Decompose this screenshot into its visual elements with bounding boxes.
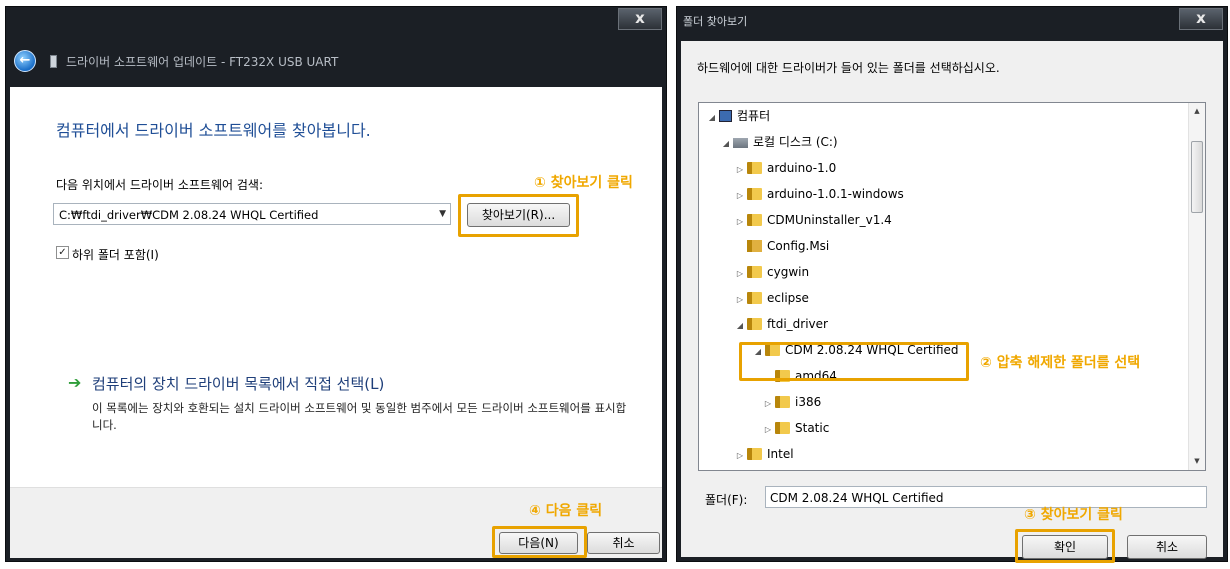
tree-item-label: i386 bbox=[795, 395, 822, 409]
tree-item-label: 컴퓨터 bbox=[737, 109, 771, 123]
folder-icon bbox=[747, 162, 762, 174]
search-path-value: C:₩ftdi_driver₩CDM 2.08.24 WHQL Certifie… bbox=[59, 208, 319, 222]
folder-icon bbox=[747, 318, 762, 330]
back-button[interactable]: ← bbox=[14, 50, 36, 72]
browse-dialog-content: 하드웨어에 대한 드라이버가 들어 있는 폴더를 선택하십시오. ▷ Intel ▷… bbox=[681, 41, 1223, 563]
tree-item-label: arduino-1.0 bbox=[767, 161, 837, 175]
tree-item-label: arduino-1.0.1-windows bbox=[767, 187, 904, 201]
collapse-icon[interactable]: ◢ bbox=[719, 133, 733, 155]
annotation-step-1: ① 찾아보기 클릭 bbox=[534, 175, 633, 191]
usb-device-icon bbox=[50, 55, 57, 68]
back-arrow-icon: ← bbox=[19, 53, 31, 68]
tree-item[interactable]: ▷ Static bbox=[761, 417, 829, 439]
ok-button[interactable]: 확인 bbox=[1022, 535, 1108, 559]
include-subfolders-checkbox[interactable]: ✓ bbox=[56, 246, 69, 259]
include-subfolders-label[interactable]: 하위 폴더 포함(I) bbox=[72, 246, 159, 263]
tree-item[interactable]: ▷ arduino-1.0.1-windows bbox=[733, 183, 904, 205]
tree-item-label: Config.Msi bbox=[767, 239, 830, 253]
folder-icon bbox=[775, 422, 790, 434]
tree-item-label: Static bbox=[795, 421, 830, 435]
tree-item[interactable]: ◢ 컴퓨터 bbox=[705, 105, 770, 127]
tree-item-label: Intel bbox=[767, 447, 794, 461]
dropdown-arrow-icon[interactable]: ▼ bbox=[439, 209, 446, 219]
close-button[interactable]: x bbox=[1179, 8, 1223, 30]
tree-item[interactable]: ◢ ftdi_driver bbox=[733, 313, 828, 335]
tree-item[interactable]: Config.Msi bbox=[733, 235, 829, 257]
browse-dialog-title: 폴더 찾아보기 bbox=[683, 15, 748, 28]
folder-icon bbox=[747, 188, 762, 200]
expand-icon[interactable]: ▷ bbox=[733, 185, 747, 207]
green-arrow-icon: ➔ bbox=[68, 373, 82, 392]
tree-scrollbar[interactable]: ▲ ▼ bbox=[1188, 103, 1205, 470]
pick-from-list-description: 이 목록에는 장치와 호환되는 설치 드라이버 소프트웨어 및 동일한 범주에서… bbox=[92, 401, 627, 432]
tree-item[interactable]: ▷ eclipse bbox=[733, 287, 809, 309]
close-button[interactable]: x bbox=[618, 8, 662, 30]
folder-icon bbox=[747, 292, 762, 304]
collapse-icon[interactable]: ◢ bbox=[705, 107, 719, 129]
folder-icon bbox=[747, 214, 762, 226]
expand-icon[interactable]: ▷ bbox=[761, 393, 775, 415]
tree-item-label: 로컬 디스크 (C:) bbox=[753, 135, 838, 149]
expand-icon[interactable]: ▷ bbox=[733, 445, 747, 467]
folder-name-field[interactable]: CDM 2.08.24 WHQL Certified bbox=[765, 486, 1207, 508]
tree-item[interactable]: ▷ arduino-1.0 bbox=[733, 157, 836, 179]
expand-icon[interactable]: ▷ bbox=[733, 159, 747, 181]
expand-icon[interactable]: ▷ bbox=[761, 419, 775, 441]
tree-item[interactable]: ▷ cygwin bbox=[733, 261, 809, 283]
dialog-content: 컴퓨터에서 드라이버 소프트웨어를 찾아봅니다. 다음 위치에서 드라이버 소프… bbox=[10, 87, 662, 487]
selected-folder-highlight-box bbox=[739, 342, 969, 381]
computer-icon bbox=[719, 110, 732, 122]
page-heading: 컴퓨터에서 드라이버 소프트웨어를 찾아봅니다. bbox=[56, 121, 371, 140]
annotation-step-2: ② 압축 해제한 폴더를 선택 bbox=[980, 355, 1141, 371]
search-path-combobox[interactable]: C:₩ftdi_driver₩CDM 2.08.24 WHQL Certifie… bbox=[53, 203, 451, 225]
folder-label: 폴더(F): bbox=[705, 493, 748, 507]
cancel-button[interactable]: 취소 bbox=[1127, 535, 1207, 559]
tree-item[interactable]: ◢ 로컬 디스크 (C:) bbox=[719, 131, 838, 153]
folder-tree[interactable]: ▷ Intel ▷ Static ▷ i386 amd64 ◢ CDM 2.08.24 WHQL… bbox=[698, 102, 1206, 471]
expand-icon[interactable]: ▷ bbox=[733, 211, 747, 233]
folder-icon bbox=[775, 396, 790, 408]
annotation-step-4: ④ 다음 클릭 bbox=[529, 503, 603, 519]
folder-icon bbox=[747, 266, 762, 278]
expand-icon[interactable]: ▷ bbox=[733, 289, 747, 311]
folder-name-value: CDM 2.08.24 WHQL Certified bbox=[770, 491, 944, 505]
config-icon bbox=[747, 240, 762, 252]
collapse-icon[interactable]: ◢ bbox=[733, 315, 747, 337]
cancel-button[interactable]: 취소 bbox=[587, 532, 660, 554]
scroll-up-icon[interactable]: ▲ bbox=[1189, 103, 1205, 120]
tree-item[interactable]: ▷ i386 bbox=[761, 391, 821, 413]
annotation-step-3: ③ 찾아보기 클릭 bbox=[1024, 507, 1123, 523]
folder-icon bbox=[747, 448, 762, 460]
dialog-footer: ④ 다음 클릭 다음(N) 취소 bbox=[10, 487, 662, 558]
tree-item-label: ftdi_driver bbox=[767, 317, 828, 331]
dialog-header: ← 드라이버 소프트웨어 업데이트 - FT232X USB UART bbox=[6, 32, 666, 87]
pick-from-list-link[interactable]: 컴퓨터의 장치 드라이버 목록에서 직접 선택(L) bbox=[92, 373, 384, 394]
scrollbar-thumb[interactable] bbox=[1191, 141, 1203, 213]
tree-item[interactable]: ▷ CDMUninstaller_v1.4 bbox=[733, 209, 892, 231]
dialog-title: 드라이버 소프트웨어 업데이트 - FT232X USB UART bbox=[66, 55, 339, 69]
drive-icon bbox=[733, 138, 748, 148]
next-button[interactable]: 다음(N) bbox=[499, 532, 578, 554]
instruction-text: 하드웨어에 대한 드라이버가 들어 있는 폴더를 선택하십시오. bbox=[697, 61, 1000, 75]
update-driver-dialog: x ← 드라이버 소프트웨어 업데이트 - FT232X USB UART 컴퓨… bbox=[5, 6, 667, 562]
scroll-down-icon[interactable]: ▼ bbox=[1189, 453, 1205, 470]
browse-folder-dialog: 폴더 찾아보기 x 하드웨어에 대한 드라이버가 들어 있는 폴더를 선택하십시… bbox=[676, 6, 1228, 563]
search-location-label: 다음 위치에서 드라이버 소프트웨어 검색: bbox=[56, 178, 263, 192]
tree-item[interactable]: ▷ Intel bbox=[733, 443, 794, 465]
tree-item-label: eclipse bbox=[767, 291, 809, 305]
browse-button[interactable]: 찾아보기(R)... bbox=[467, 203, 570, 227]
tree-item-label: CDMUninstaller_v1.4 bbox=[767, 213, 892, 227]
expand-icon[interactable]: ▷ bbox=[733, 263, 747, 285]
tree-item-label: cygwin bbox=[767, 265, 810, 279]
